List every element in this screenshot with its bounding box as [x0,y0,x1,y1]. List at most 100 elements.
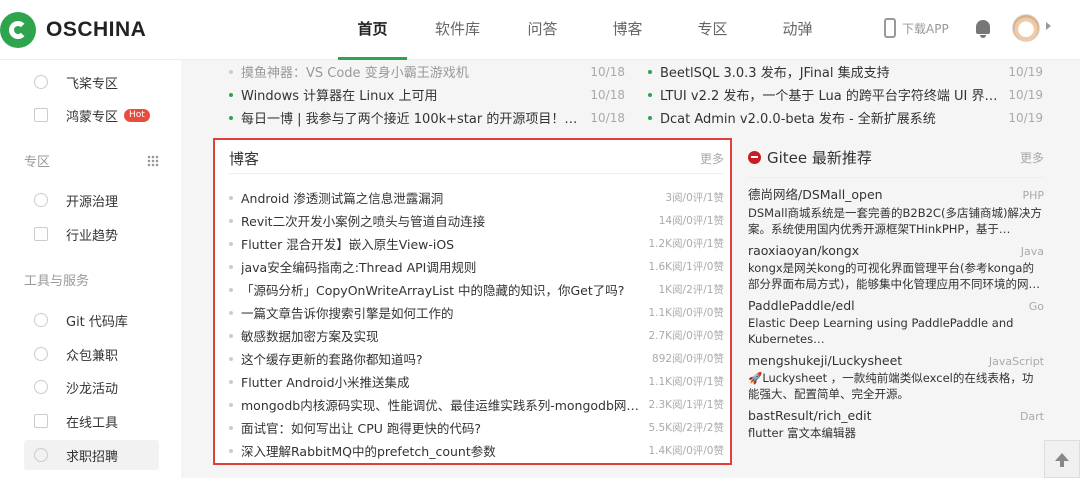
section-title: 工具与服务 [24,274,90,289]
blog-title[interactable]: 「源码分析」CopyOnWriteArrayList 中的隐藏的知识，你Get了… [241,280,650,299]
repo-name[interactable]: mengshukeji/Luckysheet [748,353,902,368]
bullet-icon [229,379,233,384]
bullet-icon [229,69,233,74]
list-item[interactable]: LTUI v2.2 发布，一个基于 Lua 的跨平台字符终端 UI 界面库 10… [648,83,1043,106]
sidebar-item-online-tools[interactable]: 在线工具 [24,406,159,436]
list-item[interactable]: mongodb内核源码实现、性能调优、最佳运维实践系列-mongodb网… 2.3… [229,393,724,416]
blog-stats: 2.3K阅/1评/1赞 [648,399,724,411]
list-item[interactable]: 面试官：如何写出让 CPU 跑得更快的代码? 5.5K阅/2评/2赞 [229,416,724,439]
bullet-icon [229,402,233,407]
bullet-icon [648,69,652,74]
back-to-top-button[interactable] [1044,440,1080,478]
repo-name[interactable]: bastResult/rich_edit [748,408,872,423]
blog-stats: 1.1K阅/0评/1赞 [648,376,724,388]
blog-title[interactable]: 面试官：如何写出让 CPU 跑得更快的代码? [241,418,640,437]
news-title[interactable]: Windows 计算器在 Linux 上可用 [241,85,580,104]
list-item[interactable]: Android 渗透测试篇之信息泄露漏洞 3阅/0评/1赞 [229,186,724,209]
news-title[interactable]: LTUI v2.2 发布，一个基于 Lua 的跨平台字符终端 UI 界面库 [660,85,998,104]
list-item[interactable]: 「源码分析」CopyOnWriteArrayList 中的隐藏的知识，你Get了… [229,278,724,301]
repo-item[interactable]: PaddlePaddle/edl Go Elastic Deep Learning… [748,298,1044,347]
news-date: 10/19 [1008,87,1043,102]
repo-item[interactable]: 德尚网络/DSMall_open PHP DSMall商城系统是一套完善的B2B2… [748,184,1044,237]
sidebar-item-git[interactable]: Git 代码库 [24,305,159,335]
logo-text: OSCHINA [46,18,147,41]
site-logo[interactable]: OSCHINA [0,12,146,48]
repo-item[interactable]: bastResult/rich_edit Dart flutter 富文本编辑器 [748,408,1044,441]
news-date: 10/19 [1008,110,1043,125]
phone-icon [884,18,896,38]
sidebar-item-harmony[interactable]: 鸿蒙专区 Hot [24,100,159,130]
list-item[interactable]: BeetlSQL 3.0.3 发布，JFinal 集成支持 10/19 [648,60,1043,83]
list-item[interactable]: 每日一博 | 我参与了两个接近 100k+star 的开源项目！聊聊… 10/1… [229,106,625,129]
avatar[interactable] [1012,14,1040,42]
list-item[interactable]: 敏感数据加密方案及实现 2.7K阅/0评/0赞 [229,324,724,347]
news-title[interactable]: BeetlSQL 3.0.3 发布，JFinal 集成支持 [660,62,998,81]
blog-title[interactable]: java安全编码指南之:Thread API调用规则 [241,257,640,276]
blog-stats: 1.2K阅/0评/1赞 [648,238,724,250]
repo-name[interactable]: raoxiaoyan/kongx [748,243,859,258]
repo-item[interactable]: raoxiaoyan/kongx Java kongx是网关kong的可视化界面管… [748,243,1044,292]
list-item[interactable]: 一篇文章告诉你搜索引擎是如何工作的 1.1K阅/0评/0赞 [229,301,724,324]
list-item[interactable]: 这个缓存更新的套路你都知道吗? 892阅/0评/0赞 [229,347,724,370]
list-item[interactable]: Flutter 混合开发】嵌入原生View-iOS 1.2K阅/0评/1赞 [229,232,724,255]
news-title[interactable]: 摸鱼神器：VS Code 变身小霸王游戏机 [241,62,580,81]
nav-blog[interactable]: 博客 [585,0,670,60]
blog-title[interactable]: mongodb内核源码实现、性能调优、最佳运维实践系列-mongodb网… [241,395,640,414]
gitee-more-link[interactable]: 更多 [1020,149,1044,166]
list-item[interactable]: java安全编码指南之:Thread API调用规则 1.6K阅/1评/0赞 [229,255,724,278]
blog-list: Android 渗透测试篇之信息泄露漏洞 3阅/0评/1赞 Revit二次开发小案… [229,186,724,462]
bullet-icon [229,310,233,315]
top-header: OSCHINA 首页 软件库 问答 博客 专区 动弹 下载APP [0,0,1080,60]
harmony-icon [34,108,48,122]
blog-title[interactable]: 敏感数据加密方案及实现 [241,326,640,345]
blog-title[interactable]: Flutter Android小米推送集成 [241,372,640,391]
list-item[interactable]: 摸鱼神器：VS Code 变身小霸王游戏机 10/18 [229,60,625,83]
news-title[interactable]: 每日一博 | 我参与了两个接近 100k+star 的开源项目！聊聊… [241,108,580,127]
gitee-panel: Gitee 最新推荐 更多 德尚网络/DSMall_open PHP DSMall… [748,138,1044,468]
download-app-button[interactable]: 下载APP [884,18,949,38]
bell-icon[interactable] [976,20,990,38]
blog-title[interactable]: 一篇文章告诉你搜索引擎是如何工作的 [241,303,640,322]
nav-home[interactable]: 首页 [330,0,415,60]
list-item[interactable]: Revit二次开发小案例之喷头与管道自动连接 14阅/0评/1赞 [229,209,724,232]
nav-qa[interactable]: 问答 [500,0,585,60]
grid-icon[interactable] [147,154,159,167]
sidebar-item-label: 求职招聘 [66,449,119,465]
sidebar-item-label: 在线工具 [66,415,119,431]
news-title[interactable]: Dcat Admin v2.0.0-beta 发布 - 全新扩展系统 [660,108,998,127]
logo-icon [0,12,36,48]
nav-software[interactable]: 软件库 [415,0,500,60]
blog-title[interactable]: 深入理解RabbitMQ中的prefetch_count参数 [241,441,640,460]
sidebar-item-salon[interactable]: 沙龙活动 [24,372,159,402]
nav-zone[interactable]: 专区 [670,0,755,60]
nav-tweets[interactable]: 动弹 [755,0,840,60]
sidebar-item-crowdsource[interactable]: 众包兼职 [24,339,159,369]
blog-title[interactable]: Revit二次开发小案例之喷头与管道自动连接 [241,211,651,230]
repo-name[interactable]: 德尚网络/DSMall_open [748,184,883,203]
tools-icon [34,414,48,428]
repo-description: kongx是网关kong的可视化界面管理平台(参考konga的部分界面布局方式)… [748,261,1040,291]
git-icon [34,313,48,327]
list-item[interactable]: 深入理解RabbitMQ中的prefetch_count参数 1.4K阅/0评/0… [229,439,724,462]
person-icon [34,448,48,462]
blog-title[interactable]: Android 渗透测试篇之信息泄露漏洞 [241,188,657,207]
repo-item[interactable]: mengshukeji/Luckysheet JavaScript 🚀Luckys… [748,353,1044,402]
list-item[interactable]: Dcat Admin v2.0.0-beta 发布 - 全新扩展系统 10/19 [648,106,1043,129]
bullet-icon [229,356,233,361]
blog-title[interactable]: 这个缓存更新的套路你都知道吗? [241,349,644,368]
chevron-right-icon[interactable] [1046,22,1051,30]
blog-stats: 14阅/0评/1赞 [658,215,724,227]
sidebar-item-paddle[interactable]: 飞桨专区 [24,67,159,97]
blog-stats: 1.1K阅/0评/0赞 [648,307,724,319]
sidebar-item-jobs[interactable]: 求职招聘 [24,440,159,470]
blog-more-link[interactable]: 更多 [700,150,724,167]
repo-name[interactable]: PaddlePaddle/edl [748,298,855,313]
list-item[interactable]: Windows 计算器在 Linux 上可用 10/18 [229,83,625,106]
list-item[interactable]: Flutter Android小米推送集成 1.1K阅/0评/1赞 [229,370,724,393]
sidebar-item-governance[interactable]: 开源治理 [24,185,159,215]
bullet-icon [229,287,233,292]
blog-title[interactable]: Flutter 混合开发】嵌入原生View-iOS [241,234,640,253]
news-list-right: BeetlSQL 3.0.3 发布，JFinal 集成支持 10/19 LTUI… [648,60,1043,130]
sidebar-item-trends[interactable]: 行业趋势 [24,219,159,249]
bullet-icon [229,425,233,430]
